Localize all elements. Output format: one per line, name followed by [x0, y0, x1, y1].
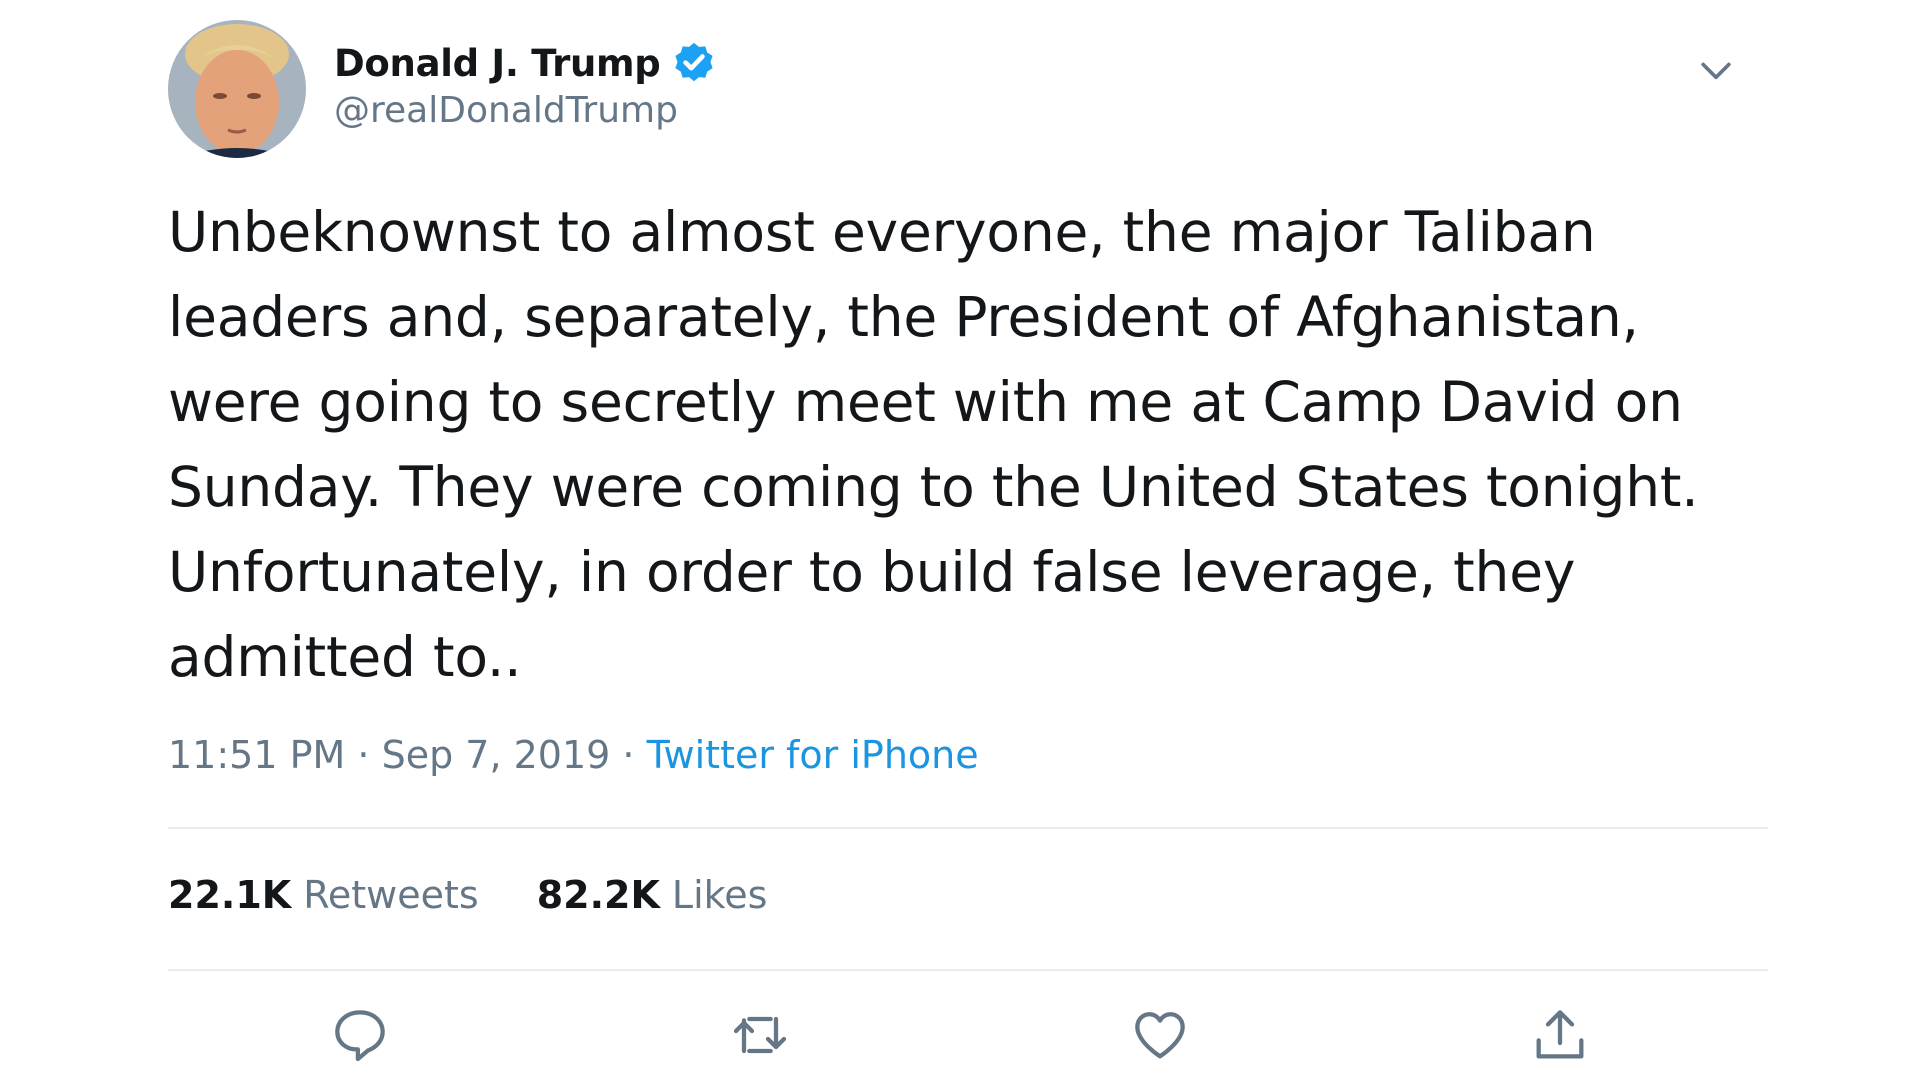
retweets-label: Retweets: [303, 873, 479, 917]
display-name[interactable]: Donald J. Trump: [334, 42, 661, 85]
tweet-source-link[interactable]: Twitter for iPhone: [647, 733, 979, 777]
retweet-icon: [733, 1016, 787, 1054]
divider: [168, 969, 1768, 971]
reply-icon: [335, 1010, 385, 1062]
tweet-date[interactable]: Sep 7, 2019: [382, 733, 611, 777]
action-bar: [168, 1003, 1768, 1073]
engagement-stats: 22.1K Retweets 82.2K Likes: [168, 873, 767, 917]
tweet-text: Unbeknownst to almost everyone, the majo…: [168, 200, 1699, 689]
avatar-photo: [168, 20, 306, 158]
tweet-card: Donald J. Trump @realDonaldTrump Unbekno…: [168, 18, 1768, 1068]
share-icon: [1536, 1010, 1584, 1059]
chevron-down-icon[interactable]: [1694, 48, 1738, 92]
likes-count: 82.2K: [536, 873, 660, 917]
verified-badge-icon: [674, 42, 713, 82]
likes-label: Likes: [671, 873, 768, 917]
avatar[interactable]: [168, 20, 306, 158]
reply-button[interactable]: [328, 1003, 392, 1067]
tweet-metadata: 11:51 PM · Sep 7, 2019 · Twitter for iPh…: [168, 733, 979, 777]
likes-stat[interactable]: 82.2K Likes: [537, 873, 768, 917]
retweet-button[interactable]: [728, 1003, 792, 1067]
retweets-stat[interactable]: 22.1K Retweets: [168, 873, 479, 917]
share-button[interactable]: [1528, 1003, 1592, 1067]
heart-icon: [1135, 1012, 1185, 1059]
retweets-count: 22.1K: [168, 873, 292, 917]
divider: [168, 827, 1768, 829]
like-button[interactable]: [1128, 1003, 1192, 1067]
meta-separator: ·: [357, 733, 370, 777]
meta-separator: ·: [622, 733, 635, 777]
handle[interactable]: @realDonaldTrump: [334, 90, 678, 131]
tweet-time[interactable]: 11:51 PM: [168, 733, 345, 777]
author-name-row[interactable]: Donald J. Trump: [334, 38, 717, 88]
